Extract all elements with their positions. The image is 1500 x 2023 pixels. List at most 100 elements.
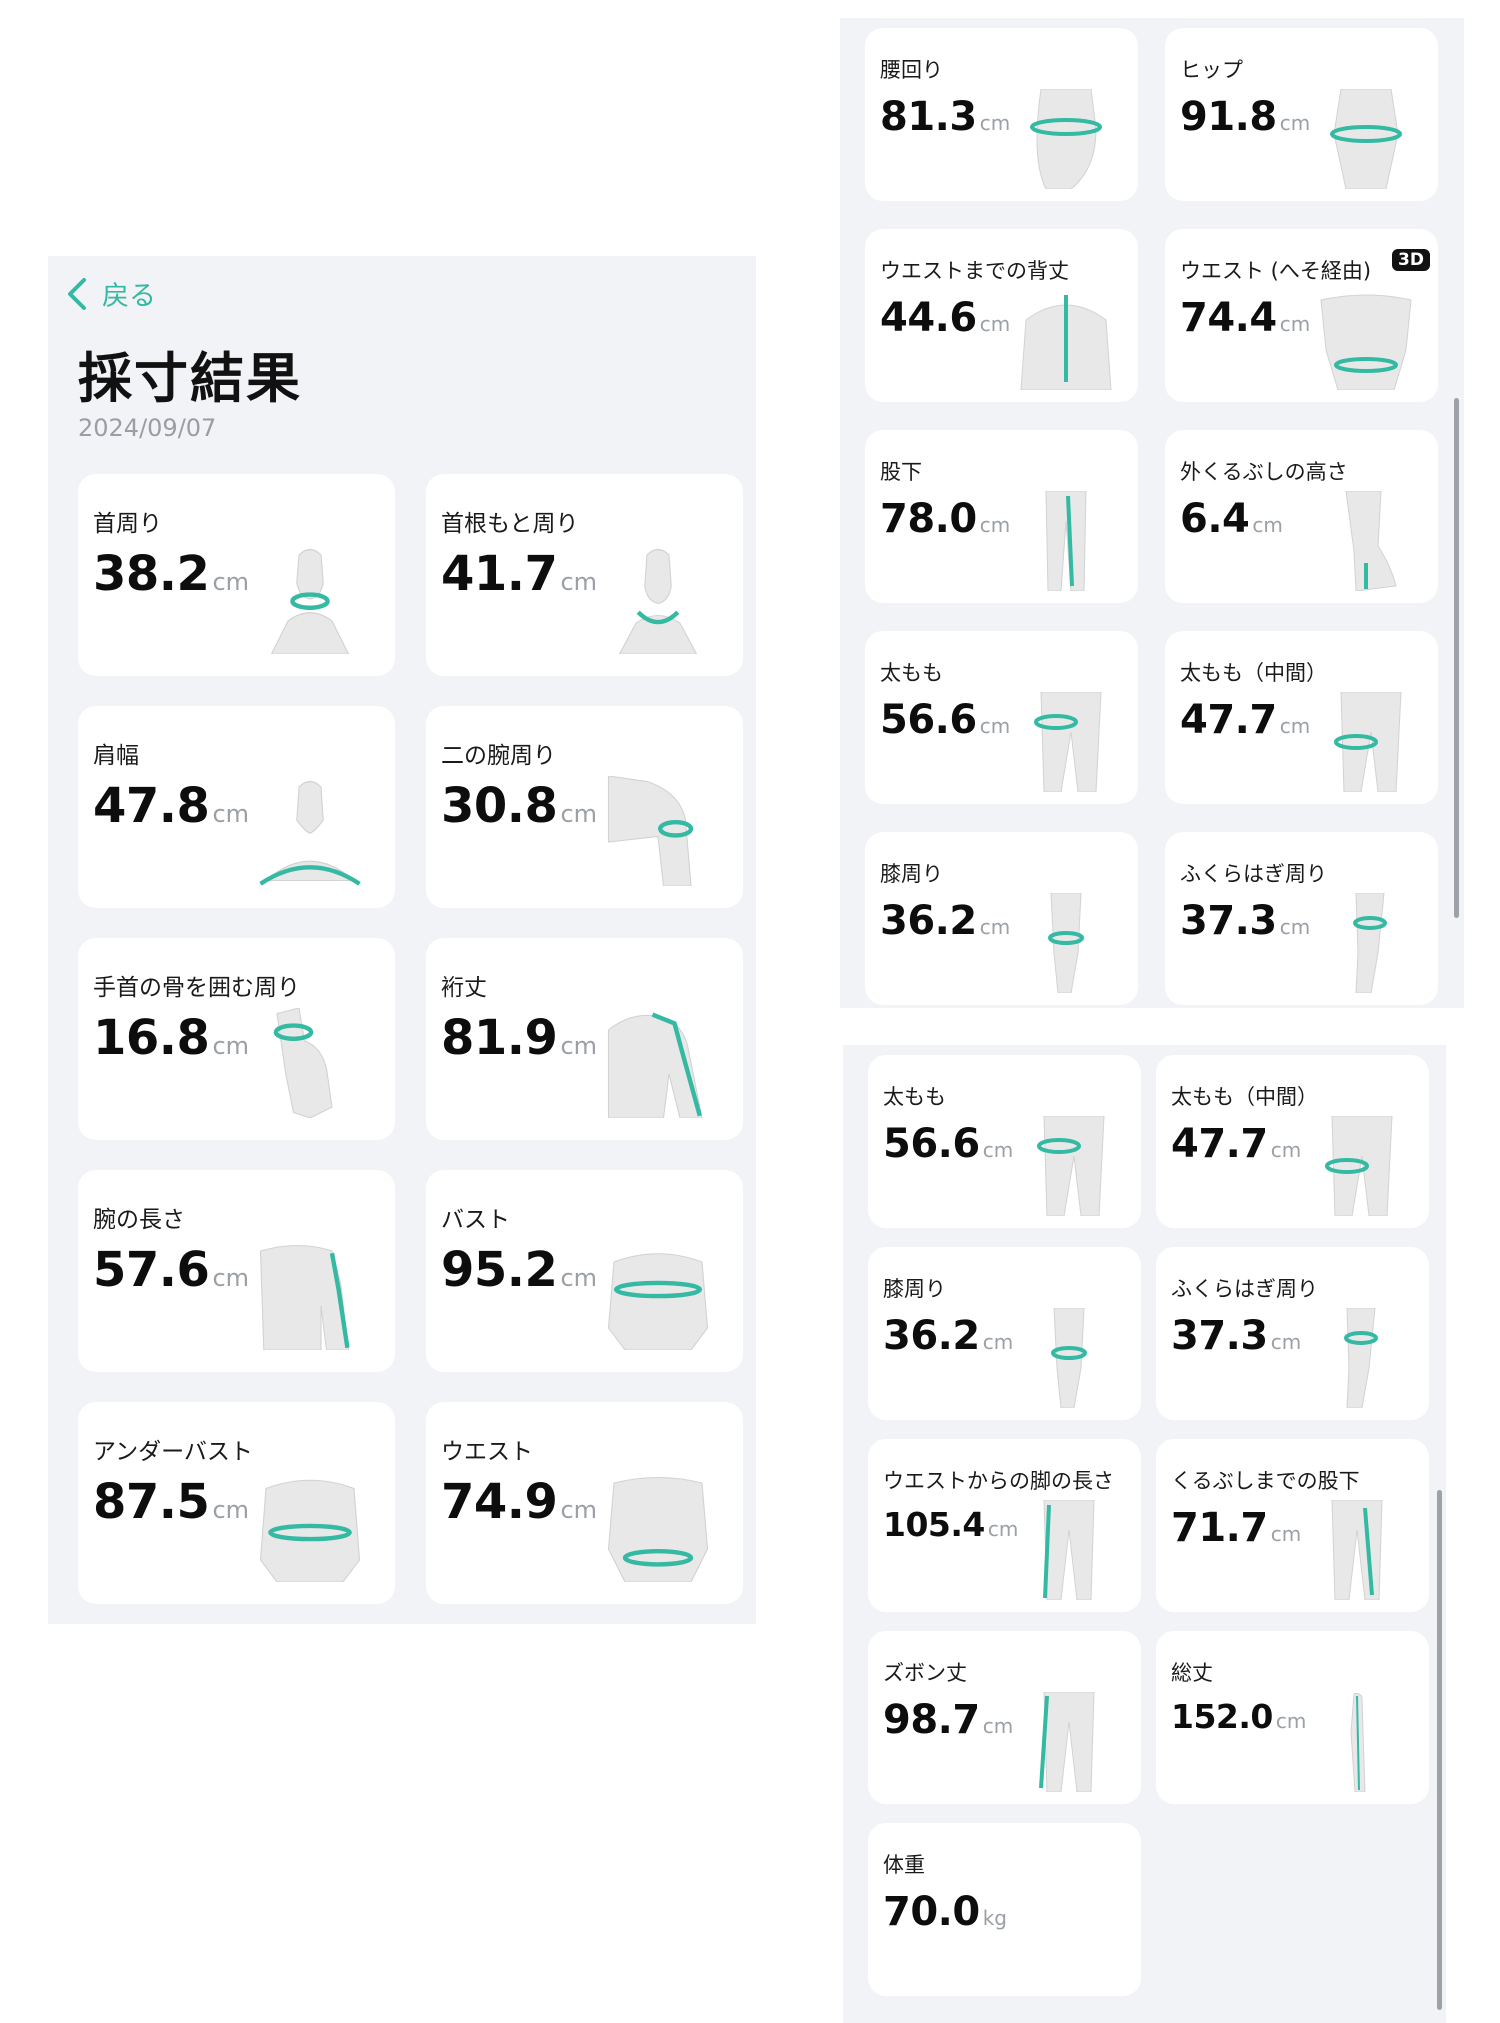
card-label: ウエスト [441,1439,533,1465]
card-unit: cm [979,714,1011,738]
measurement-card-mid-thigh[interactable]: 太もも（中間） 47.7 cm [1156,1055,1429,1228]
measurement-date: 2024/09/07 [78,414,217,442]
calf-icon [1353,893,1387,993]
card-value: 78.0 [880,496,977,542]
card-value: 41.7 [441,546,558,602]
measurement-card-inseam[interactable]: 股下 78.0 cm [865,430,1138,603]
card-label: ヒップ [1180,58,1243,82]
calf-icon [1344,1308,1378,1408]
scrollbar[interactable] [1437,1490,1442,2010]
measurement-card-hip-side[interactable]: 腰回り 81.3 cm [865,28,1138,201]
card-label: 腰回り [880,58,943,82]
card-unit: cm [1270,1522,1302,1546]
measurement-card-thigh[interactable]: 太もも 56.6 cm [868,1055,1141,1228]
card-label: 首根もと周り [441,511,579,537]
inseam-icon [1045,491,1087,591]
measurement-card-sleeve[interactable]: 裄丈 81.9 cm [426,938,743,1140]
card-label: くるぶしまでの股下 [1171,1469,1360,1493]
measurement-card-thigh[interactable]: 太もも 56.6 cm [865,631,1138,804]
measurement-card-leg-length[interactable]: ウエストからの脚の長さ 105.4 cm [868,1439,1141,1612]
measurement-card-calf[interactable]: ふくらはぎ周り 37.3 cm [1156,1247,1429,1420]
upper-arm-icon [607,776,694,886]
measurement-card-navel-waist[interactable]: ウエスト (へそ経由) 3D 74.4 cm [1165,229,1438,402]
card-unit: cm [560,1496,598,1524]
card-value: 38.2 [93,546,210,602]
card-value: 47.7 [1171,1121,1268,1167]
card-label: 太もも [880,661,943,685]
scrollbar[interactable] [1454,398,1459,918]
card-value: 30.8 [441,778,558,834]
card-label: バスト [441,1207,510,1233]
page-title: 採寸結果 [78,347,302,410]
measurement-card-waist[interactable]: ウエスト 74.9 cm [426,1402,743,1604]
measurement-card-calf[interactable]: ふくらはぎ周り 37.3 cm [1165,832,1438,1005]
card-label: 太もも [883,1085,946,1109]
measurement-screen-3: 太もも 56.6 cm 太もも（中間） 47.7 cm 膝周り 36.2 cm ふくら… [843,1045,1446,2023]
trouser-length-icon [1039,1692,1095,1792]
card-label: ふくらはぎ周り [1171,1277,1318,1301]
sleeve-length-icon [607,1012,703,1118]
card-value: 47.7 [1180,697,1277,743]
3d-badge: 3D [1392,249,1430,271]
neck-icon [270,548,350,654]
card-label: ズボン丈 [883,1661,967,1685]
measurement-card-neck-base[interactable]: 首根もと周り 41.7 cm [426,474,743,676]
card-label: 外くるぶしの高さ [1180,460,1348,484]
measurement-card-upper-arm[interactable]: 二の腕周り 30.8 cm [426,706,743,908]
card-label: ウエストからの脚の長さ [883,1469,1114,1493]
measurement-card-knee[interactable]: 膝周り 36.2 cm [865,832,1138,1005]
card-value: 81.3 [880,94,977,140]
card-unit: cm [1279,312,1311,336]
card-label: ウエスト (へそ経由) [1180,259,1372,283]
card-unit: cm [979,915,1011,939]
card-value: 37.3 [1180,898,1277,944]
card-unit: cm [1279,111,1311,135]
card-unit: cm [979,111,1011,135]
measurement-card-knee[interactable]: 膝周り 36.2 cm [868,1247,1141,1420]
card-unit: cm [987,1517,1019,1541]
card-value: 57.6 [93,1242,210,1298]
card-unit: cm [1270,1330,1302,1354]
measurement-screen-2: 腰回り 81.3 cm ヒップ 91.8 cm ウエストまでの背丈 44.6 cm ウ… [840,18,1464,1008]
chevron-left-icon [68,277,86,310]
card-value: 37.3 [1171,1313,1268,1359]
card-value: 71.7 [1171,1505,1268,1551]
card-value: 44.6 [880,295,977,341]
measurement-card-ankle-height[interactable]: 外くるぶしの高さ 6.4 cm [1165,430,1438,603]
measurement-card-hip[interactable]: ヒップ 91.8 cm [1165,28,1438,201]
navel-waist-icon [1320,294,1412,390]
measurement-card-wrist[interactable]: 手首の骨を囲む周り 16.8 cm [78,938,395,1140]
card-label: 太もも（中間） [1180,661,1327,685]
measurement-card-inseam-ankle[interactable]: くるぶしまでの股下 71.7 cm [1156,1439,1429,1612]
thigh-icon [1034,692,1102,792]
knee-icon [1051,1308,1087,1408]
card-value: 56.6 [880,697,977,743]
card-label: 膝周り [883,1277,946,1301]
measurement-card-underbust[interactable]: アンダーバスト 87.5 cm [78,1402,395,1604]
card-label: 首周り [93,511,162,537]
card-label: ウエストまでの背丈 [880,259,1069,283]
card-value: 16.8 [93,1010,210,1066]
card-value: 91.8 [1180,94,1277,140]
card-label: 腕の長さ [93,1207,185,1233]
card-value: 98.7 [883,1697,980,1743]
measurement-card-bust[interactable]: バスト 95.2 cm [426,1170,743,1372]
card-value: 81.9 [441,1010,558,1066]
back-button[interactable]: 戻る [64,274,156,313]
measurement-card-back-length[interactable]: ウエストまでの背丈 44.6 cm [865,229,1138,402]
shoulder-width-icon [259,780,361,886]
measurement-card-trouser-length[interactable]: ズボン丈 98.7 cm [868,1631,1141,1804]
card-unit: cm [560,1264,598,1292]
thigh-icon [1037,1116,1105,1216]
card-label: ふくらはぎ周り [1180,862,1327,886]
measurement-card-arm-length[interactable]: 腕の長さ 57.6 cm [78,1170,395,1372]
card-label: 二の腕周り [441,743,556,769]
measurement-card-total-height[interactable]: 総丈 152.0 cm [1156,1631,1429,1804]
card-unit: cm [560,568,598,596]
total-height-icon [1350,1692,1366,1792]
card-unit: cm [979,312,1011,336]
measurement-card-weight[interactable]: 体重 70.0 kg [868,1823,1141,1996]
measurement-card-shoulder[interactable]: 肩幅 47.8 cm [78,706,395,908]
measurement-card-neck[interactable]: 首周り 38.2 cm [78,474,395,676]
measurement-card-mid-thigh[interactable]: 太もも（中間） 47.7 cm [1165,631,1438,804]
